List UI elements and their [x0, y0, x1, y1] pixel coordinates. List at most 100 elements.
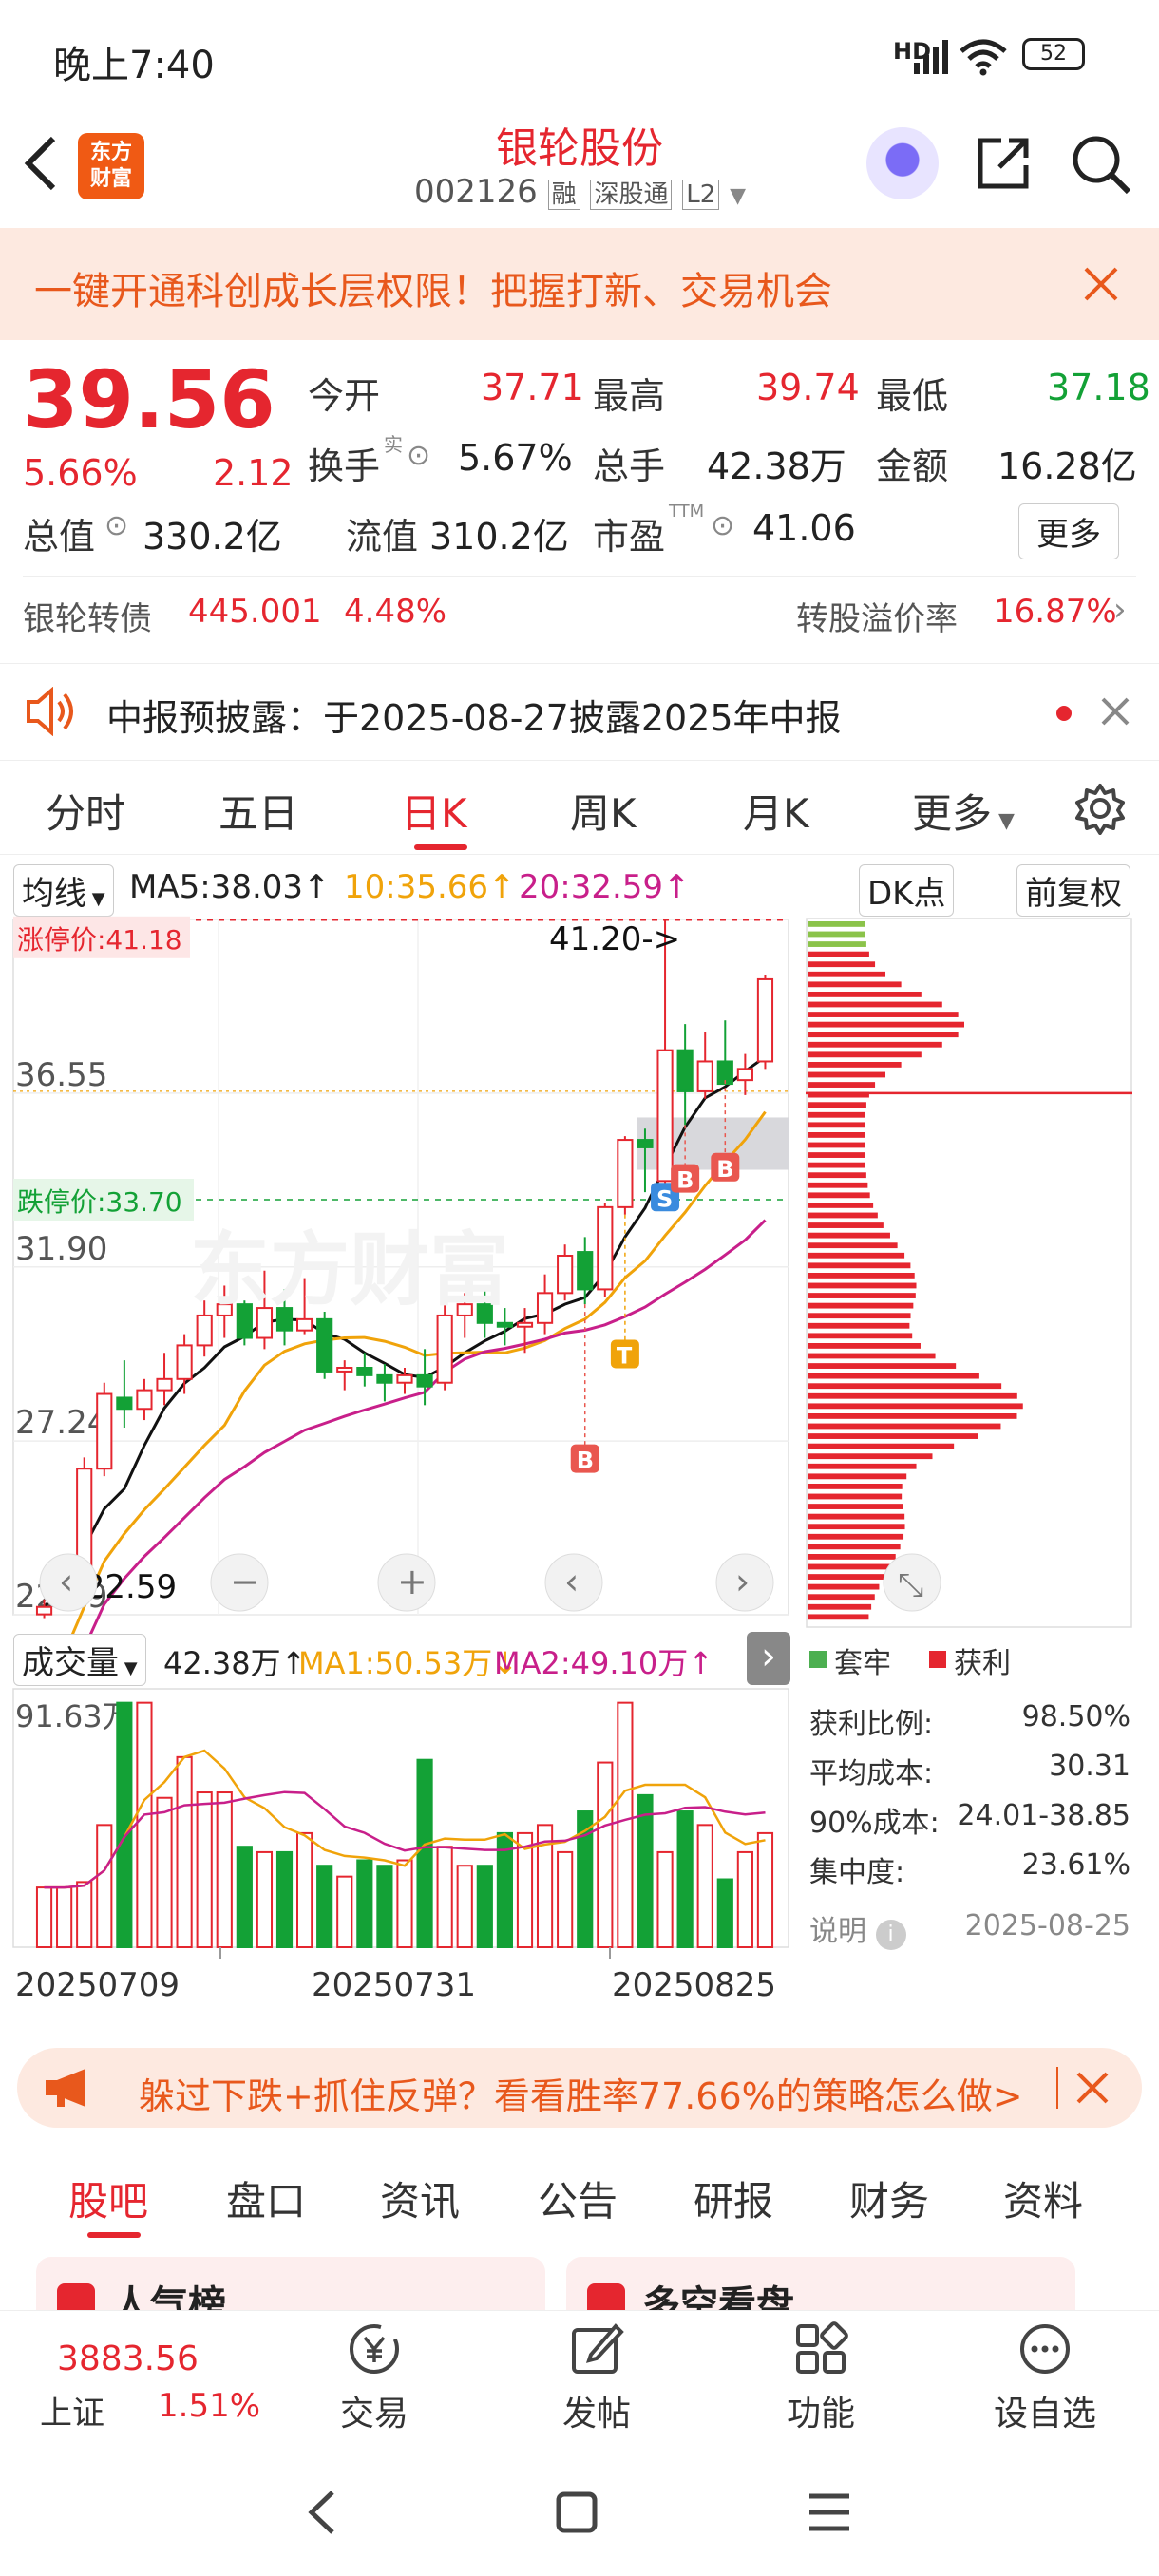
system-menu-icon[interactable] [808, 2491, 851, 2534]
tab-research[interactable]: 研报 [694, 2169, 773, 2227]
tab-daily[interactable]: 日K [401, 782, 467, 840]
pe-sup: TTM [669, 502, 705, 521]
nav-post[interactable]: 发帖 [521, 2320, 673, 2435]
tab-weekly[interactable]: 周K [570, 782, 636, 840]
chip-bar [808, 1262, 911, 1269]
tab-intraday[interactable]: 分时 [46, 782, 125, 840]
trapped-legend-swatch [809, 1651, 826, 1668]
turnover-sup: 实 [384, 433, 403, 456]
bond-label[interactable]: 银轮转债 [23, 593, 152, 639]
info-icon[interactable]: ⊙ [407, 439, 430, 472]
chip-bar [808, 1343, 921, 1349]
nav-trade[interactable]: 交易 [298, 2320, 450, 2435]
expand-panel-icon[interactable]: › [747, 1632, 790, 1685]
tab-news[interactable]: 资讯 [380, 2169, 460, 2227]
float-value: 310.2亿 [429, 516, 569, 558]
volume-bar [716, 1878, 733, 1948]
chip-bar [808, 1533, 904, 1540]
robot-avatar-icon[interactable] [866, 127, 939, 199]
candle [617, 1139, 634, 1208]
close-icon[interactable] [1083, 266, 1119, 302]
chip-bar [808, 1302, 914, 1309]
volume-bar [617, 1701, 634, 1948]
info-icon[interactable]: ⊙ [104, 509, 128, 542]
candle [736, 1068, 753, 1082]
candle [156, 1377, 173, 1392]
mcap-value: 330.2亿 [142, 516, 282, 558]
notice-bar[interactable]: 中报预披露：于2025-08-27披露2025年中报 [0, 663, 1159, 760]
nav-functions[interactable]: 功能 [745, 2320, 897, 2435]
tab-5day[interactable]: 五日 [218, 782, 298, 840]
date-mid: 20250731 [312, 1966, 477, 2004]
sentiment-card[interactable]: 多空看盘 [566, 2257, 1075, 2316]
adjust-button[interactable]: 前复权 [1016, 864, 1130, 917]
volume-indicator-select[interactable]: 成交量 ▼ [13, 1634, 146, 1686]
settings-gear-icon[interactable] [1074, 782, 1127, 835]
candle [557, 1255, 574, 1295]
zoom-prev-icon-glyph: ‹ [59, 1561, 73, 1602]
period-tabs: 分时 五日 日K 周K 月K 更多 ▼ [0, 760, 1159, 855]
system-home-icon[interactable] [555, 2491, 598, 2534]
chip-bar [808, 1032, 959, 1038]
tab-orderbook[interactable]: 盘口 [226, 2169, 306, 2227]
avg-cost-value: 30.31 [1049, 1750, 1130, 1783]
last-price: 39.56 [23, 353, 276, 446]
search-icon[interactable] [1070, 133, 1132, 196]
candle [416, 1373, 433, 1388]
chip-bar [808, 1614, 869, 1620]
date-start: 20250709 [15, 1966, 180, 2004]
strategy-ad[interactable]: 躲过下跌+抓住反弹？看看胜率77.66%的策略怎么做> [17, 2048, 1142, 2128]
dk-point-button[interactable]: DK点 [859, 864, 955, 917]
tab-more[interactable]: 更多 ▼ [912, 782, 1015, 840]
promo-banner[interactable]: 一键开通科创成长层权限！把握打新、交易机会 [0, 228, 1159, 340]
tab-announcements[interactable]: 公告 [538, 2169, 618, 2227]
chip-bar [808, 1111, 865, 1118]
chip-note-label: 说明 [809, 1915, 866, 1948]
system-back-icon[interactable] [304, 2489, 342, 2536]
nav-watchlist[interactable]: 设自选 [969, 2320, 1121, 2435]
volume-bar [296, 1831, 314, 1948]
mcap-label: 总值 [23, 516, 96, 558]
chip-bar [808, 1082, 876, 1088]
premium-label: 转股溢价率 [796, 600, 958, 638]
chip-bar [808, 1574, 884, 1580]
low-label: 最低 [876, 375, 949, 417]
candle [356, 1367, 373, 1376]
indicator-select[interactable]: 均线 ▼ [13, 864, 114, 917]
close-icon[interactable] [1100, 696, 1130, 727]
candle [136, 1389, 153, 1411]
chip-bar [808, 992, 922, 997]
candle [116, 1396, 133, 1411]
index-ticker[interactable]: 3883.56 上证 1.51% [34, 2339, 262, 2434]
tab-financials[interactable]: 财务 [849, 2169, 929, 2227]
chip-bar [808, 1403, 1023, 1410]
nav-label: 设自选 [993, 2395, 1096, 2434]
active-tab-indicator [87, 2232, 141, 2238]
popularity-card[interactable]: 人气榜 [36, 2257, 545, 2316]
share-icon[interactable] [973, 133, 1034, 194]
tab-forum[interactable]: 股吧 [68, 2169, 148, 2227]
tab-monthly[interactable]: 月K [743, 782, 809, 840]
volume-bar [636, 1793, 654, 1949]
volume-bar [557, 1850, 574, 1948]
chip-bar [808, 1554, 896, 1560]
info-icon: i [875, 1920, 906, 1950]
chip-bar [808, 1493, 902, 1500]
chip-note[interactable]: 说明 i [809, 1907, 906, 1950]
yen-exchange-icon [350, 2324, 399, 2374]
chip-bar [808, 1333, 913, 1339]
info-icon[interactable]: ⊙ [711, 509, 734, 542]
close-icon[interactable] [1075, 2071, 1110, 2105]
candle [76, 1468, 93, 1567]
volume-max-label: 91.63万 [15, 1698, 133, 1734]
chevron-right-icon[interactable]: › [1113, 591, 1127, 629]
chip-bar [808, 1433, 978, 1439]
chip-bar [808, 1232, 890, 1239]
more-button[interactable]: 更多 [1018, 503, 1119, 559]
high-label: 最高 [593, 375, 666, 417]
chip-bar [808, 1443, 955, 1449]
tab-profile[interactable]: 资料 [1003, 2169, 1083, 2227]
stock-code-row[interactable]: 002126 融 深股通 L2 ▼ [414, 173, 746, 211]
chip-bar [808, 1222, 884, 1228]
battery-icon: 52 [1022, 38, 1085, 70]
